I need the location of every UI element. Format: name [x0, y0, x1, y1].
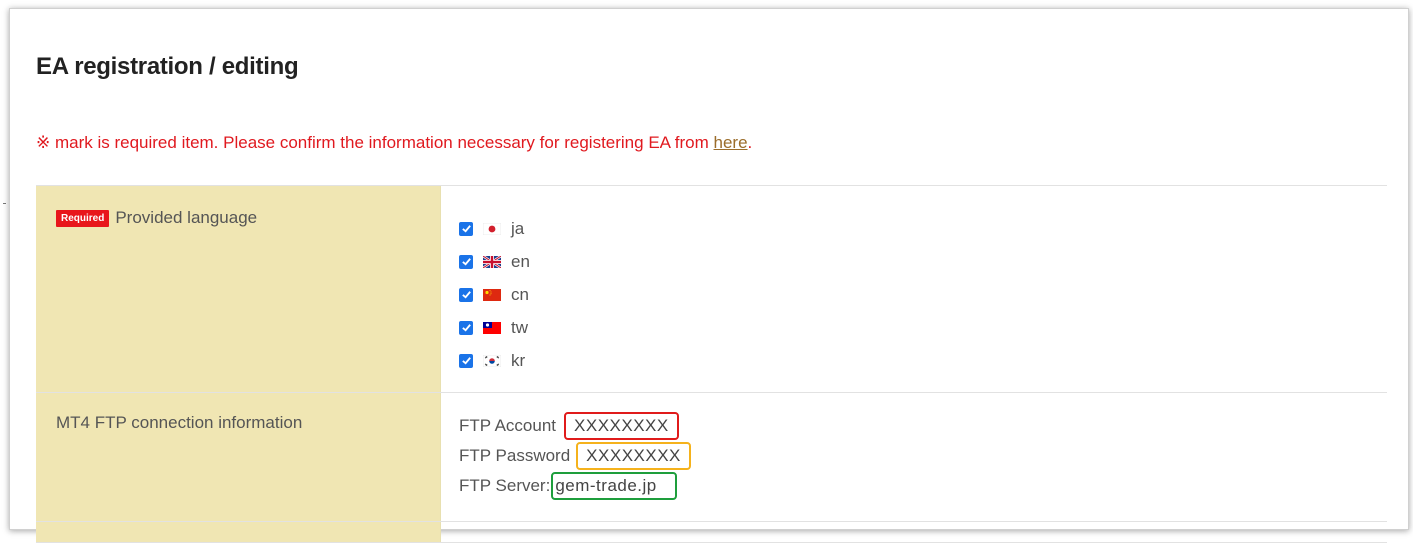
language-option-ja[interactable]: ja	[459, 212, 1387, 245]
next-row-partial	[36, 522, 1387, 543]
check-icon	[461, 225, 471, 233]
kr-label: kr	[511, 350, 526, 370]
japan-flag-icon	[483, 222, 501, 235]
ftp-connection-label-cell: MT4 FTP connection information	[36, 393, 441, 521]
ftp-account-line: FTP Account XXXXXXXX	[459, 411, 1387, 441]
uk-flag-icon	[483, 255, 501, 268]
tw-checkbox[interactable]	[459, 320, 473, 335]
korea-flag-icon	[483, 354, 501, 367]
ftp-password-value: XXXXXXXX	[576, 442, 691, 470]
check-icon	[461, 324, 471, 332]
en-checkbox[interactable]	[459, 254, 473, 269]
ftp-account-label: FTP Account	[459, 416, 557, 435]
taiwan-flag-icon	[483, 321, 501, 334]
ftp-server-label: FTP Server:	[459, 476, 551, 495]
here-link[interactable]: here	[714, 133, 748, 152]
language-option-kr[interactable]: kr	[459, 344, 1387, 377]
ftp-server-line: FTP Server: gem-trade.jp	[459, 471, 1387, 501]
ea-registration-panel: EA registration / editing ※ mark is requ…	[9, 8, 1409, 543]
notice-text: ※ mark is required item. Please confirm …	[36, 133, 714, 152]
ftp-password-line: FTP Password XXXXXXXX	[459, 441, 1387, 471]
language-option-en[interactable]: en	[459, 245, 1387, 278]
language-option-tw[interactable]: tw	[459, 311, 1387, 344]
language-options: ja en cn tw kr	[441, 186, 1387, 392]
kr-checkbox[interactable]	[459, 353, 473, 368]
page-title: EA registration / editing	[36, 53, 299, 80]
provided-language-label: Provided language	[115, 208, 258, 227]
next-row-label-cell	[36, 522, 441, 542]
en-label: en	[511, 251, 530, 271]
edge-mark	[3, 203, 6, 204]
next-row-value-cell	[441, 522, 1387, 542]
cn-label: cn	[511, 284, 529, 304]
notice-suffix: .	[747, 133, 753, 152]
check-icon	[461, 258, 471, 266]
check-icon	[461, 357, 471, 365]
required-badge: Required	[56, 210, 110, 227]
ja-checkbox[interactable]	[459, 221, 473, 236]
ftp-connection-row: MT4 FTP connection information FTP Accou…	[36, 393, 1387, 522]
cn-checkbox[interactable]	[459, 287, 473, 302]
provided-language-label-cell: Required Provided language	[36, 186, 441, 392]
registration-form-table: Required Provided language ja en cn tw k…	[36, 185, 1387, 543]
tw-label: tw	[511, 317, 528, 337]
ftp-password-label: FTP Password	[459, 446, 571, 465]
ftp-connection-label: MT4 FTP connection information	[56, 413, 303, 432]
ftp-connection-values: FTP Account XXXXXXXX FTP Password XXXXXX…	[441, 393, 1387, 521]
china-flag-icon	[483, 288, 501, 301]
required-notice: ※ mark is required item. Please confirm …	[36, 133, 752, 153]
check-icon	[461, 291, 471, 299]
ftp-server-value: gem-trade.jp	[551, 472, 677, 500]
ja-label: ja	[511, 218, 525, 238]
ftp-account-value: XXXXXXXX	[564, 412, 679, 440]
provided-language-row: Required Provided language ja en cn tw k…	[36, 185, 1387, 393]
language-option-cn[interactable]: cn	[459, 278, 1387, 311]
